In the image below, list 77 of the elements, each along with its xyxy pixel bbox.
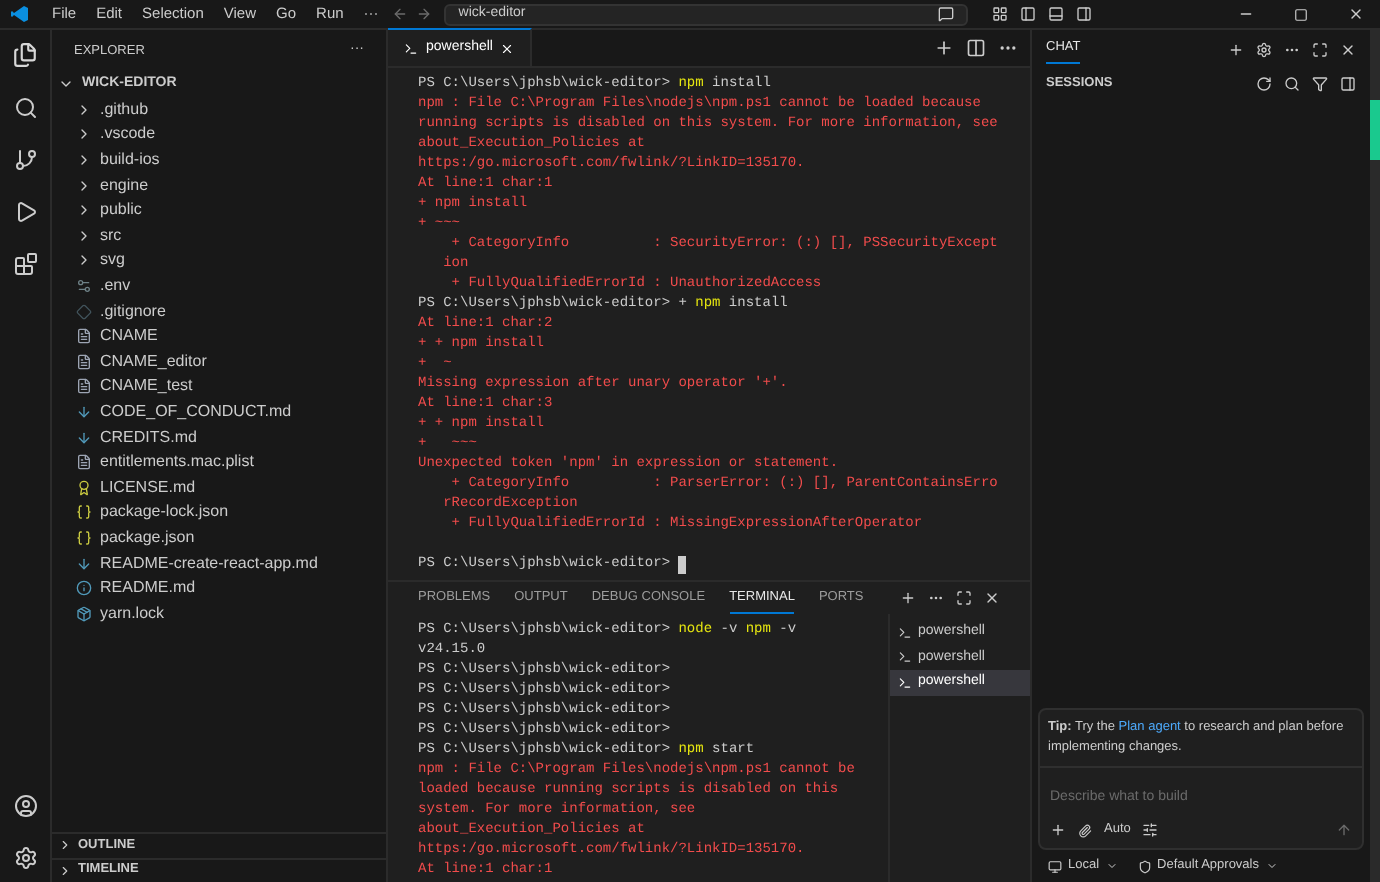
explorer-entry[interactable]: .env: [52, 273, 386, 299]
terminal-icon: [898, 650, 912, 665]
license-icon: [76, 479, 92, 496]
markdown-icon: [76, 404, 92, 421]
folder-row[interactable]: .github: [52, 97, 386, 123]
maximize-icon[interactable]: [1312, 41, 1328, 57]
text-file-icon: [76, 454, 92, 471]
close-icon[interactable]: [1340, 41, 1356, 57]
forward-icon[interactable]: [416, 6, 433, 22]
terminal-icon: [898, 625, 912, 640]
explorer-entry[interactable]: package.json: [52, 525, 386, 551]
add-icon[interactable]: [1228, 41, 1244, 57]
settings-icon[interactable]: [1256, 41, 1272, 57]
explorer-entry[interactable]: CREDITS.md: [52, 424, 386, 450]
search-icon[interactable]: [13, 96, 37, 120]
files-icon[interactable]: [12, 42, 38, 68]
text-file-icon: [76, 328, 92, 345]
split-icon[interactable]: [966, 37, 986, 57]
explorer-entry[interactable]: CNAME_editor: [52, 349, 386, 375]
explorer-entry[interactable]: LICENSE.md: [52, 475, 386, 501]
add-icon[interactable]: [900, 590, 916, 606]
explorer-entry[interactable]: CNAME_test: [52, 374, 386, 400]
explorer-entry[interactable]: README.md: [52, 575, 386, 601]
run-icon[interactable]: [13, 200, 37, 224]
explorer-entry[interactable]: package-lock.json: [52, 500, 386, 526]
close-icon[interactable]: [984, 590, 1000, 606]
panel-icon[interactable]: [1340, 75, 1356, 91]
chevron-down-icon: [1265, 860, 1277, 872]
add-icon[interactable]: [1050, 822, 1066, 839]
chat-icon[interactable]: [938, 6, 955, 22]
terminal-icon: [898, 675, 912, 690]
explorer-entry[interactable]: CODE_OF_CONDUCT.md: [52, 399, 386, 425]
braces-icon: [76, 504, 92, 521]
sliders-icon[interactable]: [1142, 822, 1159, 839]
package-icon: [76, 605, 92, 622]
diamond-icon: [76, 303, 92, 320]
folder-row[interactable]: svg: [52, 248, 386, 274]
panel-right-icon[interactable]: [1076, 6, 1093, 22]
shield-icon: [1137, 859, 1152, 873]
explorer-entry[interactable]: entitlements.mac.plist: [52, 449, 386, 475]
filter-icon[interactable]: [1312, 75, 1328, 91]
app-logo-icon: [10, 4, 30, 24]
explorer-entry[interactable]: CNAME: [52, 323, 386, 350]
account-icon[interactable]: [13, 794, 37, 818]
search-icon[interactable]: [1284, 75, 1300, 91]
braces-icon: [76, 529, 92, 546]
info-icon: [76, 580, 92, 597]
panel-bottom-icon[interactable]: [1048, 6, 1065, 22]
refresh-icon[interactable]: [1256, 75, 1272, 91]
folder-row[interactable]: engine: [52, 172, 386, 198]
layout-icon[interactable]: [992, 6, 1009, 22]
folder-row[interactable]: public: [52, 197, 386, 224]
send-icon[interactable]: [1336, 822, 1352, 839]
markdown-icon: [76, 429, 92, 446]
attach-icon[interactable]: [1078, 823, 1092, 838]
back-icon[interactable]: [392, 6, 409, 22]
explorer-entry[interactable]: README-create-react-app.md: [52, 550, 386, 576]
panel-left-icon[interactable]: [1020, 6, 1037, 22]
edge-strip: [1370, 100, 1380, 160]
text-file-icon: [76, 378, 92, 395]
explorer-entry[interactable]: .gitignore: [52, 298, 386, 324]
markdown-icon: [76, 555, 92, 572]
maximize-panel-icon[interactable]: [956, 590, 972, 606]
branch-icon[interactable]: [13, 148, 37, 172]
folder-row[interactable]: build-ios: [52, 147, 386, 173]
folder-row[interactable]: .vscode: [52, 122, 386, 148]
folder-row[interactable]: src: [52, 223, 386, 249]
chevron-down-icon: [1105, 860, 1118, 872]
explorer-entry[interactable]: yarn.lock: [52, 600, 386, 627]
settings-icon[interactable]: [13, 846, 37, 870]
text-file-icon: [76, 353, 92, 370]
maximize-icon[interactable]: [1294, 7, 1308, 21]
extensions-icon[interactable]: [13, 252, 37, 276]
close-icon[interactable]: [1348, 6, 1364, 22]
monitor-icon: [1048, 859, 1062, 873]
terminal-icon: [404, 41, 418, 55]
add-icon[interactable]: [934, 37, 954, 57]
